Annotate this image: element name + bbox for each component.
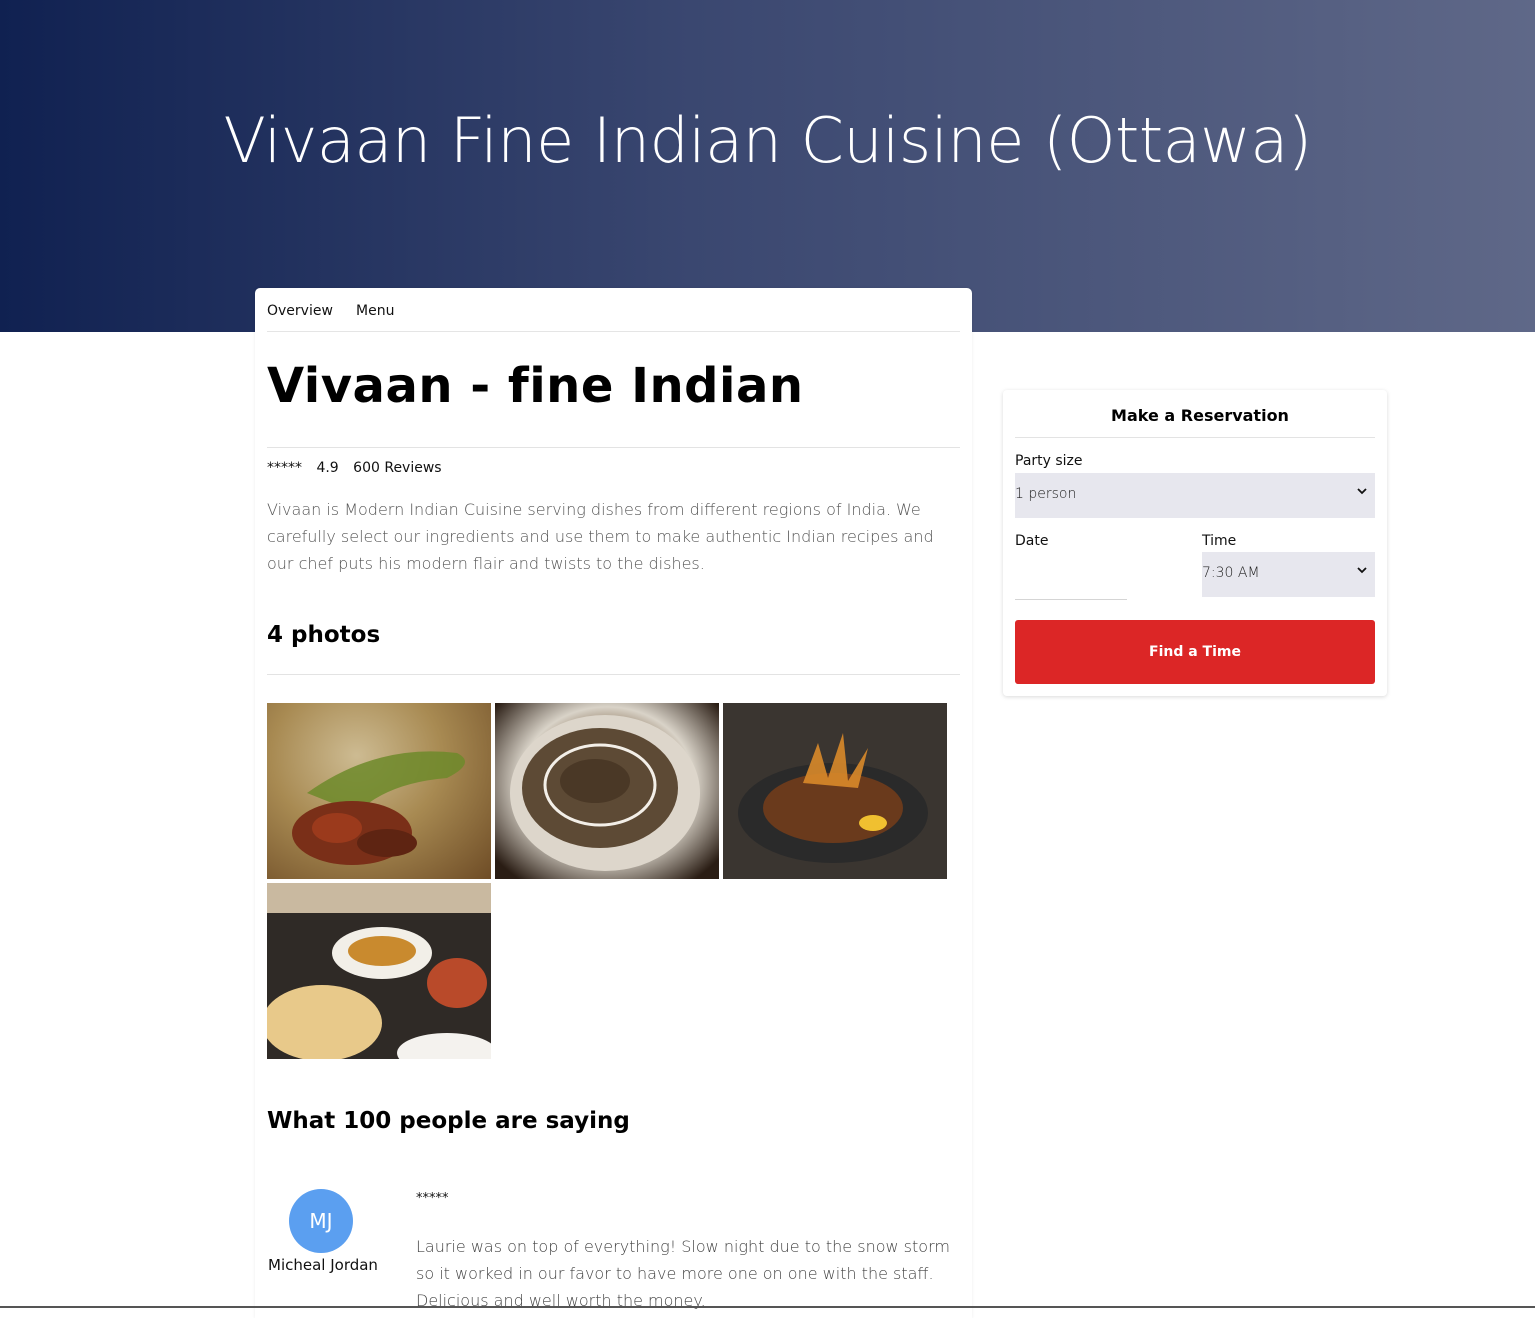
tab-bar: Overview Menu [267,288,960,332]
time-value: 7:30 AM [1202,565,1260,581]
review-stars: ***** [416,1191,449,1206]
restaurant-description: Vivaan is Modern Indian Cuisine serving … [267,500,934,573]
find-a-time-button[interactable]: Find a Time [1015,620,1375,684]
main-card: Overview Menu Vivaan - fine Indian *****… [255,288,972,1318]
date-label: Date [1015,533,1049,549]
restaurant-name: Vivaan - fine Indian [267,358,804,414]
divider [1015,437,1375,438]
reservation-title: Make a Reservation [1111,406,1289,425]
party-size-select[interactable]: 1 person [1015,473,1375,518]
chevron-down-icon [1357,564,1367,578]
photo-curry-bowl[interactable] [495,703,719,879]
photos-heading: 4 photos [267,622,381,648]
hero-banner: Vivaan Fine Indian Cuisine (Ottawa) [0,0,1535,332]
reviewer-name: Micheal Jordan [268,1256,378,1274]
rating-stars: ***** [267,460,302,476]
party-size-label: Party size [1015,453,1083,469]
reviews-heading: What 100 people are saying [267,1108,630,1134]
review-count: 600 Reviews [353,460,442,476]
tab-menu[interactable]: Menu [356,303,394,319]
review-text: Laurie was on top of everything! Slow ni… [416,1237,950,1310]
hero-title: Vivaan Fine Indian Cuisine (Ottawa) [223,104,1312,177]
reservation-card: Make a Reservation Party size 1 person D… [1003,390,1387,696]
avatar: MJ [289,1189,353,1253]
photo-naan-and-curry[interactable] [267,883,491,1059]
party-size-value: 1 person [1015,486,1077,502]
time-select[interactable]: 7:30 AM [1202,552,1375,597]
chevron-down-icon [1357,485,1367,499]
tab-overview[interactable]: Overview [267,303,333,319]
divider [267,447,960,448]
photo-garnished-dish[interactable] [723,703,947,879]
rating-value: 4.9 [316,460,339,476]
time-label: Time [1202,533,1237,549]
rating-row: ***** 4.9 600 Reviews [267,460,452,476]
divider [267,674,960,675]
date-input[interactable] [1015,599,1127,600]
photo-fried-chicken-green-sauce[interactable] [267,703,491,879]
